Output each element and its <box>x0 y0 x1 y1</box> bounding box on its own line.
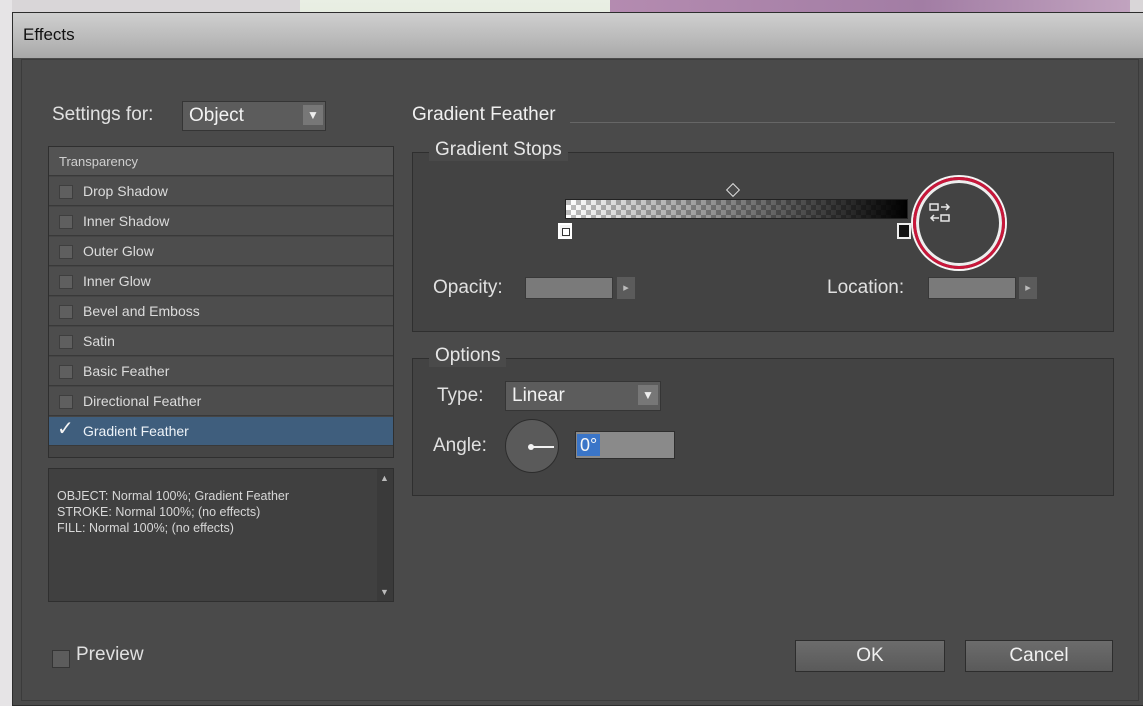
effect-item-inner-shadow[interactable]: Inner Shadow <box>49 207 393 236</box>
options-title: Options <box>429 345 507 367</box>
type-label: Type: <box>437 385 484 406</box>
opacity-field[interactable] <box>525 277 613 299</box>
panel-title: Gradient Feather <box>412 104 556 125</box>
gradient-stops-group: Gradient Stops Opacity: ▸ Location: ▸ <box>412 139 1114 332</box>
preview-checkbox[interactable] <box>52 650 70 668</box>
gradient-stops-title: Gradient Stops <box>429 139 568 161</box>
effect-item-gradient-feather[interactable]: ✓ Gradient Feather <box>49 417 393 446</box>
effect-item-basic-feather[interactable]: Basic Feather <box>49 357 393 386</box>
dialog-title: Effects <box>23 25 75 44</box>
effect-item-label: Satin <box>83 333 115 349</box>
summary-line: FILL: Normal 100%; (no effects) <box>57 521 234 535</box>
effect-item-label: Gradient Feather <box>83 423 189 439</box>
summary-line: OBJECT: Normal 100%; Gradient Feather <box>57 489 290 503</box>
checkmark-icon[interactable]: ✓ <box>57 415 74 444</box>
effect-item-directional-feather[interactable]: Directional Feather <box>49 387 393 416</box>
checkbox[interactable] <box>59 305 73 319</box>
type-value: Linear <box>512 385 565 406</box>
effect-item-label: Drop Shadow <box>83 183 168 199</box>
effect-item-outer-glow[interactable]: Outer Glow <box>49 237 393 266</box>
type-dropdown[interactable]: Linear ▼ <box>505 381 661 411</box>
checkbox[interactable] <box>59 335 73 349</box>
gradient-midpoint-handle[interactable] <box>725 182 741 198</box>
chevron-down-icon: ▼ <box>303 105 323 125</box>
checkbox[interactable] <box>59 275 73 289</box>
checkbox[interactable] <box>59 215 73 229</box>
effects-list: Transparency Drop Shadow Inner Shadow Ou… <box>48 146 394 458</box>
opacity-label: Opacity: <box>433 277 503 298</box>
angle-label: Angle: <box>433 435 487 456</box>
gradient-stop-left[interactable] <box>558 223 572 239</box>
options-group: Options Type: Linear ▼ Angle: 0° <box>412 345 1114 496</box>
background-left-strip <box>0 0 12 706</box>
settings-for-value: Object <box>189 105 244 126</box>
chevron-down-icon: ▼ <box>638 385 658 405</box>
gradient-ramp[interactable] <box>565 199 908 219</box>
effect-item-bevel-emboss[interactable]: Bevel and Emboss <box>49 297 393 326</box>
checkbox[interactable] <box>59 395 73 409</box>
effect-item-label: Inner Glow <box>83 273 151 289</box>
effect-item-drop-shadow[interactable]: Drop Shadow <box>49 177 393 206</box>
angle-dial-hand <box>532 446 554 448</box>
settings-for-label: Settings for: <box>52 104 154 125</box>
effect-item-satin[interactable]: Satin <box>49 327 393 356</box>
summary-line: STROKE: Normal 100%; (no effects) <box>57 505 261 519</box>
effect-item-label: Inner Shadow <box>83 213 170 229</box>
preview-label[interactable]: Preview <box>76 644 144 666</box>
location-slider-arrow-icon[interactable]: ▸ <box>1019 277 1037 299</box>
highlight-circle <box>913 177 1005 269</box>
angle-dial-center <box>528 444 534 450</box>
angle-dial[interactable] <box>505 419 559 473</box>
angle-input[interactable]: 0° <box>575 431 675 459</box>
scroll-up-icon[interactable]: ▲ <box>380 473 389 483</box>
angle-value: 0° <box>577 434 601 456</box>
dialog-body: Settings for: Object ▼ Transparency Drop… <box>21 59 1139 701</box>
checkbox[interactable] <box>59 185 73 199</box>
location-field[interactable] <box>928 277 1016 299</box>
gradient-stop-right[interactable] <box>897 223 911 239</box>
cancel-button[interactable]: Cancel <box>965 640 1113 672</box>
effect-item-label: Directional Feather <box>83 393 202 409</box>
effect-item-label: Basic Feather <box>83 363 170 379</box>
effect-item-inner-glow[interactable]: Inner Glow <box>49 267 393 296</box>
list-header-transparency[interactable]: Transparency <box>49 147 393 176</box>
effect-item-label: Outer Glow <box>83 243 154 259</box>
summary-scrollbar[interactable]: ▲ ▼ <box>377 469 393 601</box>
panel-title-rule <box>570 122 1115 123</box>
scroll-down-icon[interactable]: ▼ <box>380 587 389 597</box>
effects-dialog: Effects Settings for: Object ▼ Transpare… <box>12 12 1143 706</box>
dialog-titlebar[interactable]: Effects <box>13 13 1143 58</box>
checkbox[interactable] <box>59 365 73 379</box>
effect-item-label: Bevel and Emboss <box>83 303 200 319</box>
checkbox[interactable] <box>59 245 73 259</box>
effects-summary: OBJECT: Normal 100%; Gradient Feather ST… <box>48 468 394 602</box>
location-label: Location: <box>827 277 905 298</box>
opacity-slider-arrow-icon[interactable]: ▸ <box>617 277 635 299</box>
ok-button[interactable]: OK <box>795 640 945 672</box>
settings-for-dropdown[interactable]: Object ▼ <box>182 101 326 131</box>
